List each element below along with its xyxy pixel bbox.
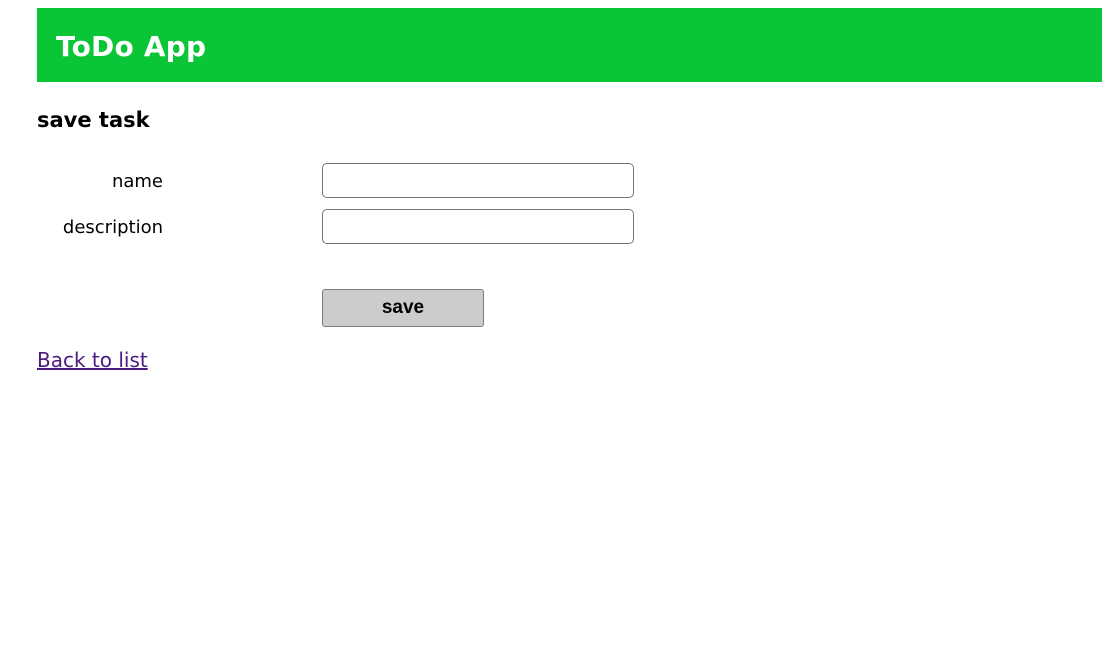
description-input[interactable] <box>322 209 634 244</box>
name-label: name <box>111 171 163 192</box>
app-header: ToDo App <box>37 8 1102 82</box>
name-input[interactable] <box>322 163 634 198</box>
description-label: description <box>62 217 163 238</box>
save-button[interactable]: save <box>322 289 484 327</box>
page-title: save task <box>37 108 150 132</box>
app-title: ToDo App <box>56 29 207 63</box>
back-to-list-link[interactable]: Back to list <box>37 347 148 373</box>
